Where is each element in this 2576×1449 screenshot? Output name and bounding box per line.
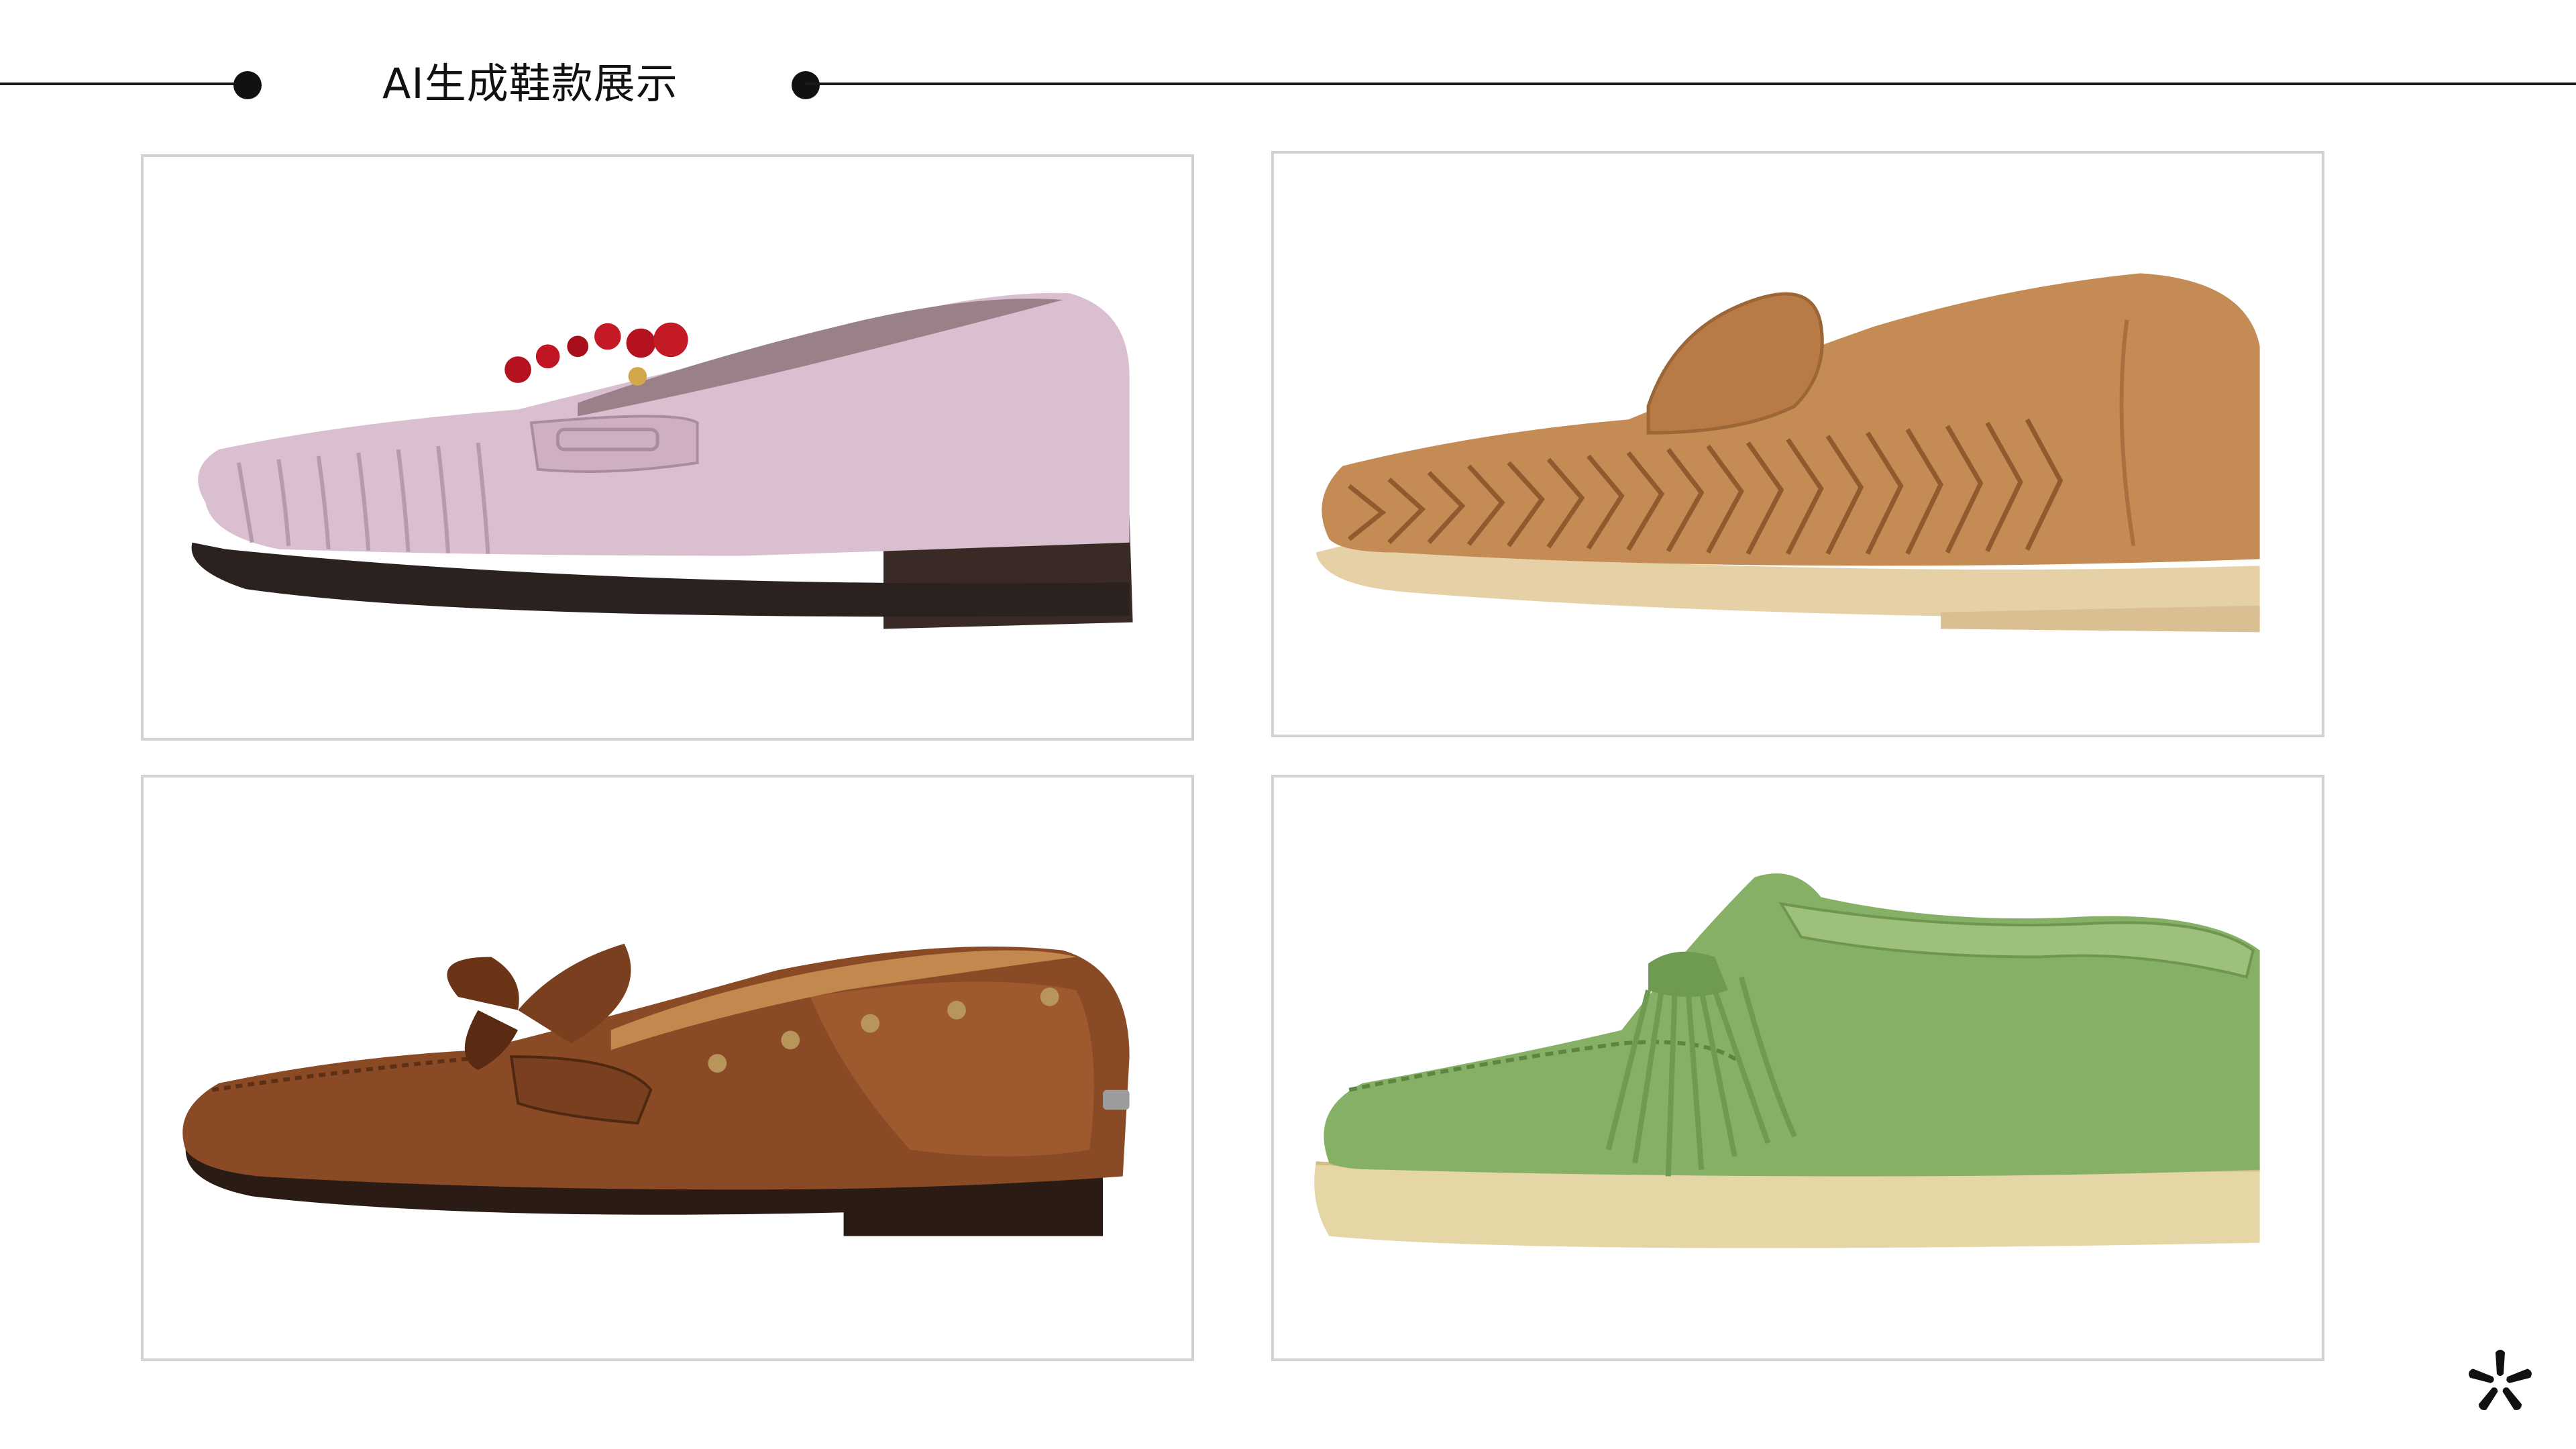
tan-woven-loafer-image [1316, 273, 2260, 633]
asterisk-logo-icon [2469, 1350, 2532, 1410]
header-line-right [805, 83, 2576, 85]
shoe-card-brown-bow-loafer[interactable] [141, 775, 1194, 1361]
brown-leather-bow-loafer-image [182, 943, 1130, 1236]
header-line-left [0, 83, 248, 85]
green-suede-wallabee-image [1314, 873, 2260, 1248]
header-dot-left [233, 71, 262, 99]
header-dot-right [792, 71, 820, 99]
shoe-card-tan-woven-loafer[interactable] [1271, 151, 2324, 737]
shoe-card-green-wallabee[interactable] [1271, 775, 2324, 1361]
pink-suede-loafer-image [191, 292, 1133, 629]
page-title: AI生成鞋款展示 [382, 59, 678, 108]
shoe-card-pink-loafer[interactable] [141, 154, 1194, 741]
